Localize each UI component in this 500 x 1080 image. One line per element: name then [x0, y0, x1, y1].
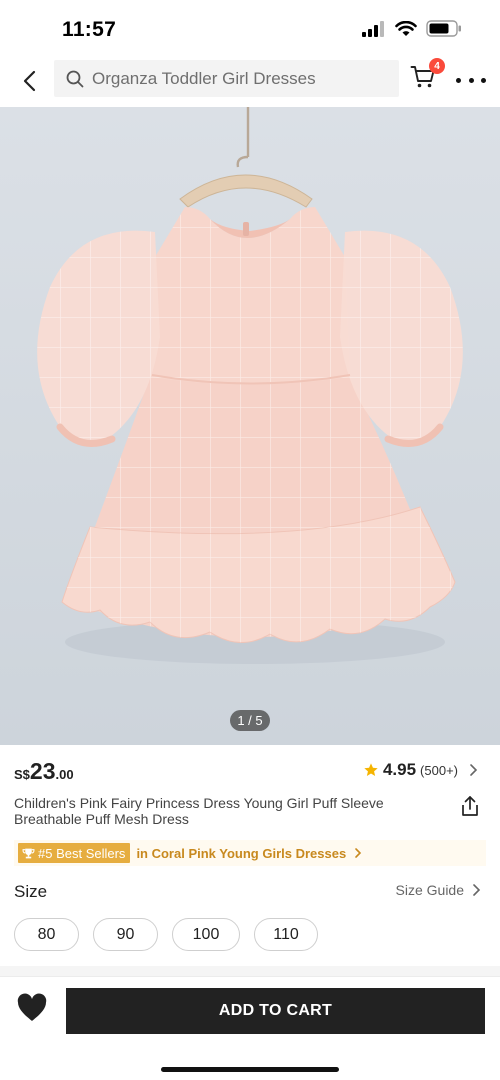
- size-row: Size Size Guide: [14, 880, 486, 904]
- product-title: Children's Pink Fairy Princess Dress You…: [14, 795, 384, 827]
- share-button[interactable]: [460, 795, 482, 817]
- size-guide-link[interactable]: Size Guide: [396, 882, 482, 898]
- add-to-cart-button[interactable]: ADD TO CART: [66, 988, 485, 1034]
- trophy-icon: [22, 848, 35, 858]
- size-options: 80 90 100 110: [14, 918, 318, 951]
- size-guide-label: Size Guide: [395, 882, 464, 898]
- signal-icon: [362, 20, 384, 37]
- size-option-90[interactable]: 90: [93, 918, 158, 951]
- star-icon: [364, 763, 378, 776]
- more-icon: [456, 77, 461, 83]
- header: Organza Toddler Girl Dresses 4: [0, 56, 500, 106]
- back-arrow-icon: [23, 70, 36, 92]
- dress-photo: [0, 107, 500, 745]
- title-row: Children's Pink Fairy Princess Dress You…: [14, 795, 486, 827]
- wifi-icon: [395, 20, 417, 36]
- price: S$23.00: [14, 758, 74, 785]
- best-seller-rank: #5 Best Sellers: [38, 845, 126, 861]
- rating-link[interactable]: 4.95 (500+): [363, 760, 480, 780]
- product-image[interactable]: [0, 107, 500, 745]
- image-counter: 1 / 5: [230, 710, 270, 731]
- home-indicator: [161, 1067, 339, 1072]
- size-label: Size: [14, 882, 48, 901]
- battery-icon: [426, 20, 461, 37]
- more-button[interactable]: [456, 68, 486, 92]
- price-integer: 23: [29, 758, 56, 784]
- wishlist-button[interactable]: [16, 993, 50, 1027]
- chevron-right-icon: [355, 848, 362, 858]
- search-input[interactable]: Organza Toddler Girl Dresses: [54, 60, 399, 97]
- heart-icon: [17, 993, 47, 1021]
- share-icon: [462, 796, 478, 816]
- size-option-80[interactable]: 80: [14, 918, 79, 951]
- size-option-100[interactable]: 100: [172, 918, 240, 951]
- chevron-right-icon: [473, 884, 481, 896]
- price-decimal: .00: [55, 767, 74, 782]
- cart-count-badge: 4: [429, 58, 445, 74]
- rating-score: 4.95: [382, 760, 417, 779]
- review-count: (500+): [420, 762, 458, 778]
- status-bar: 11:57: [0, 0, 500, 56]
- price-currency: S$: [14, 767, 30, 782]
- best-seller-banner[interactable]: #5 Best Sellers in Coral Pink Young Girl…: [14, 840, 486, 866]
- best-seller-category: in Coral Pink Young Girls Dresses: [136, 845, 347, 861]
- search-icon: [66, 70, 84, 87]
- bottom-bar: ADD TO CART: [0, 976, 500, 1080]
- best-seller-badge: #5 Best Sellers: [18, 843, 131, 863]
- price-row: S$23.00 4.95 (500+): [14, 758, 486, 786]
- chevron-right-icon: [470, 764, 478, 776]
- section-divider: [0, 966, 500, 976]
- cart-button[interactable]: 4: [410, 58, 445, 96]
- size-option-110[interactable]: 110: [254, 918, 318, 951]
- status-time: 11:57: [62, 18, 117, 41]
- search-placeholder: Organza Toddler Girl Dresses: [92, 68, 316, 88]
- status-icons: [362, 20, 462, 37]
- back-button[interactable]: [14, 64, 44, 98]
